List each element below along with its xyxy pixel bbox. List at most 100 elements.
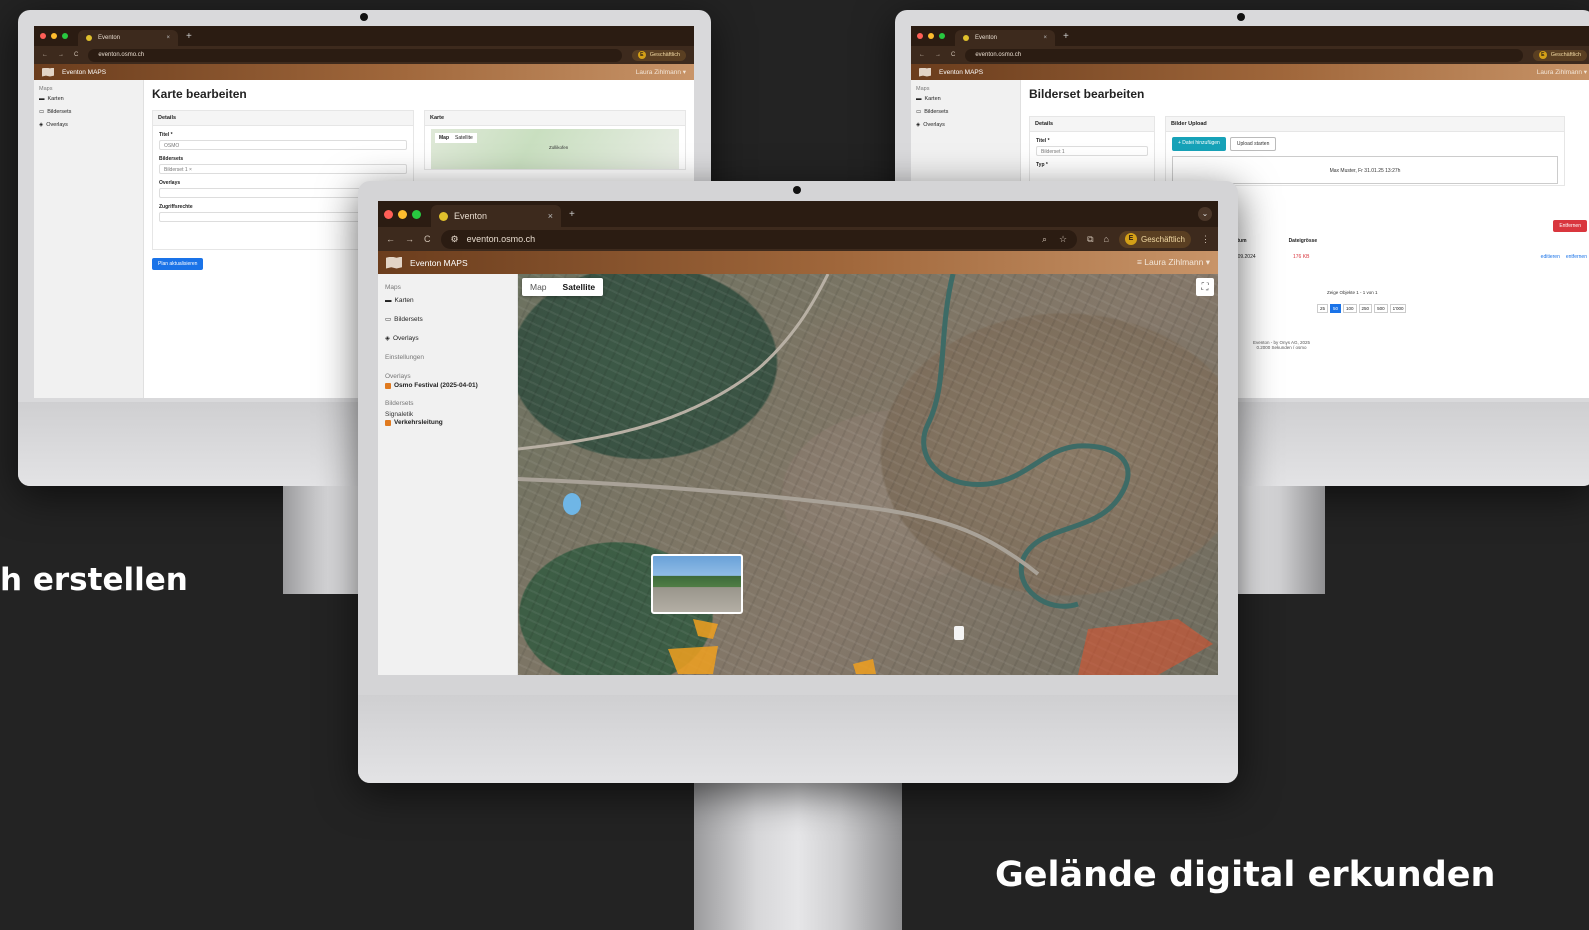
map-toggle-satellite[interactable]: Satellite — [455, 135, 473, 141]
sidebar-item-bildersets[interactable]: ▭ Bildersets — [385, 315, 510, 324]
bildersets-select[interactable]: Bilderset 1 × — [159, 164, 407, 174]
user-menu[interactable]: Laura Zihlmann ▾ — [636, 68, 686, 76]
sidebar-item-bildersets[interactable]: ▭ Bildersets — [916, 109, 1015, 115]
forward-icon[interactable]: → — [405, 234, 414, 244]
map-type-toggle[interactable]: Map Satellite — [522, 278, 604, 296]
window-controls[interactable] — [384, 209, 421, 219]
profile-chip[interactable]: E Geschäftlich — [1118, 230, 1191, 248]
drop-zone[interactable]: Max Muster, Fr 31.01.25 13:27h — [1172, 156, 1558, 184]
map-toggle-map[interactable]: Map — [522, 278, 555, 296]
map-container[interactable]: Map Satellite ⛶ — [518, 274, 1218, 675]
reload-icon[interactable]: C — [951, 52, 955, 58]
sidebar-item-overlays[interactable]: ◈ Overlays — [916, 122, 1015, 128]
tab-close-icon[interactable]: × — [166, 35, 170, 41]
maximize-window-icon[interactable] — [412, 209, 421, 219]
save-button[interactable]: Plan aktualisieren — [152, 258, 204, 270]
sidebar-item-karten[interactable]: ▬ Karten — [39, 96, 138, 102]
map-icon: ▬ — [39, 96, 45, 102]
fullscreen-icon[interactable]: ⛶ — [1196, 278, 1214, 296]
browser-tab[interactable]: Eventon × — [431, 205, 561, 227]
window-controls[interactable] — [917, 33, 945, 39]
add-file-button[interactable]: + Datei hinzufügen — [1172, 137, 1226, 151]
user-menu[interactable]: Laura Zihlmann ▾ — [1537, 68, 1587, 76]
tab-close-icon[interactable]: × — [548, 211, 553, 221]
profile-chip[interactable]: E Geschäftlich — [1532, 49, 1587, 61]
pager-option[interactable]: 250 — [1358, 304, 1373, 313]
checkbox-checked-icon[interactable] — [385, 419, 391, 426]
profile-chip[interactable]: E Geschäftlich — [631, 49, 686, 61]
pager-option[interactable]: 25 — [1317, 304, 1329, 313]
overlay-area[interactable] — [853, 659, 876, 674]
mini-map[interactable]: Map Satellite Zollikofen — [431, 129, 679, 169]
map-type-toggle[interactable]: Map Satellite — [435, 133, 477, 143]
close-window-icon[interactable] — [917, 33, 923, 39]
sidebar-item-overlays[interactable]: ◈ Overlays — [385, 334, 510, 343]
incognito-icon[interactable]: ⌂ — [1104, 234, 1109, 244]
window-controls[interactable] — [40, 33, 68, 39]
reload-icon[interactable]: C — [424, 234, 431, 244]
overlay-area[interactable] — [1078, 619, 1213, 675]
forward-icon[interactable]: → — [58, 52, 64, 58]
monitor-main: Eventon × + ⌄ ← → C ⚙ eventon.osmo.ch ⌕ … — [358, 181, 1238, 783]
edit-link[interactable]: editieren — [1541, 254, 1560, 260]
extensions-icon[interactable]: ⧉ — [1087, 234, 1093, 245]
sidebar-item-overlays[interactable]: ◈ Overlays — [39, 122, 138, 128]
bilderset-toggle[interactable]: Verkehrsleitung — [385, 419, 510, 426]
maximize-window-icon[interactable] — [939, 33, 945, 39]
url-bar[interactable]: eventon.osmo.ch — [965, 48, 1523, 62]
pager-option[interactable]: 500 — [1374, 304, 1388, 313]
delete-button[interactable]: Entfernen — [1553, 220, 1587, 232]
reload-icon[interactable]: C — [74, 52, 78, 58]
remove-link[interactable]: entfernen — [1566, 254, 1587, 260]
sidebar-item-label: Bildersets — [924, 109, 949, 115]
close-window-icon[interactable] — [40, 33, 46, 39]
upload-start-button[interactable]: Upload starten — [1229, 137, 1277, 151]
tab-bar: Eventon × + — [911, 26, 1589, 46]
footer: Eventon - by Onys AG, 2025 0.2000 Sekund… — [1253, 340, 1310, 350]
forward-icon[interactable]: → — [935, 52, 941, 58]
new-tab-button[interactable]: + — [569, 209, 575, 220]
overlay-area[interactable] — [668, 646, 718, 674]
bookmark-star-icon[interactable]: ☆ — [1059, 234, 1067, 245]
close-window-icon[interactable] — [384, 209, 393, 219]
location-pin-icon[interactable] — [954, 626, 964, 640]
caption-right: Gelände digital erkunden — [995, 855, 1496, 895]
new-tab-button[interactable]: + — [186, 31, 192, 42]
map-toggle-map[interactable]: Map — [439, 135, 449, 141]
browser-tab[interactable]: Eventon × — [955, 30, 1055, 46]
app-title[interactable]: Eventon MAPS — [939, 69, 983, 76]
new-tab-button[interactable]: + — [1063, 31, 1069, 42]
sidebar-item-karten[interactable]: ▬ Karten — [385, 297, 510, 304]
minimize-window-icon[interactable] — [398, 209, 407, 219]
overlay-toggle[interactable]: Osmo Festival (2025-04-01) — [385, 382, 510, 389]
sidebar-item-bildersets[interactable]: ▭ Bildersets — [39, 109, 138, 115]
checkbox-checked-icon[interactable] — [385, 382, 391, 389]
app-title[interactable]: Eventon MAPS — [62, 69, 106, 76]
minimize-window-icon[interactable] — [928, 33, 934, 39]
url-bar[interactable]: ⚙ eventon.osmo.ch ⌕ ☆ — [440, 229, 1078, 249]
pager-option[interactable]: 1'000 — [1389, 304, 1407, 313]
back-icon[interactable]: ← — [919, 52, 925, 58]
chevron-down-icon[interactable]: ⌄ — [1198, 207, 1212, 221]
pager-option[interactable]: 100 — [1343, 304, 1357, 313]
overlay-area[interactable] — [693, 619, 718, 639]
app-title[interactable]: Eventon MAPS — [410, 258, 468, 268]
tab-close-icon[interactable]: × — [1043, 35, 1047, 41]
back-icon[interactable]: ← — [42, 52, 48, 58]
zoom-icon[interactable]: ⌕ — [1042, 234, 1047, 245]
sidebar-settings[interactable]: Einstellungen — [385, 354, 510, 361]
user-menu[interactable]: ≡ Laura Zihlmann ▾ — [1137, 257, 1210, 268]
site-settings-icon[interactable]: ⚙ — [451, 234, 459, 245]
image-marker-thumbnail[interactable] — [651, 554, 743, 614]
title-input[interactable]: OSMO — [159, 140, 407, 150]
minimize-window-icon[interactable] — [51, 33, 57, 39]
map-toggle-satellite[interactable]: Satellite — [555, 278, 604, 296]
pager-option[interactable]: 50 — [1330, 304, 1342, 313]
title-input[interactable]: Bilderset 1 — [1036, 146, 1148, 156]
browser-menu-icon[interactable]: ⋮ — [1201, 234, 1210, 245]
browser-tab[interactable]: Eventon × — [78, 30, 178, 46]
back-icon[interactable]: ← — [386, 234, 395, 244]
sidebar-item-karten[interactable]: ▬ Karten — [916, 96, 1015, 102]
url-bar[interactable]: eventon.osmo.ch — [88, 48, 622, 62]
maximize-window-icon[interactable] — [62, 33, 68, 39]
